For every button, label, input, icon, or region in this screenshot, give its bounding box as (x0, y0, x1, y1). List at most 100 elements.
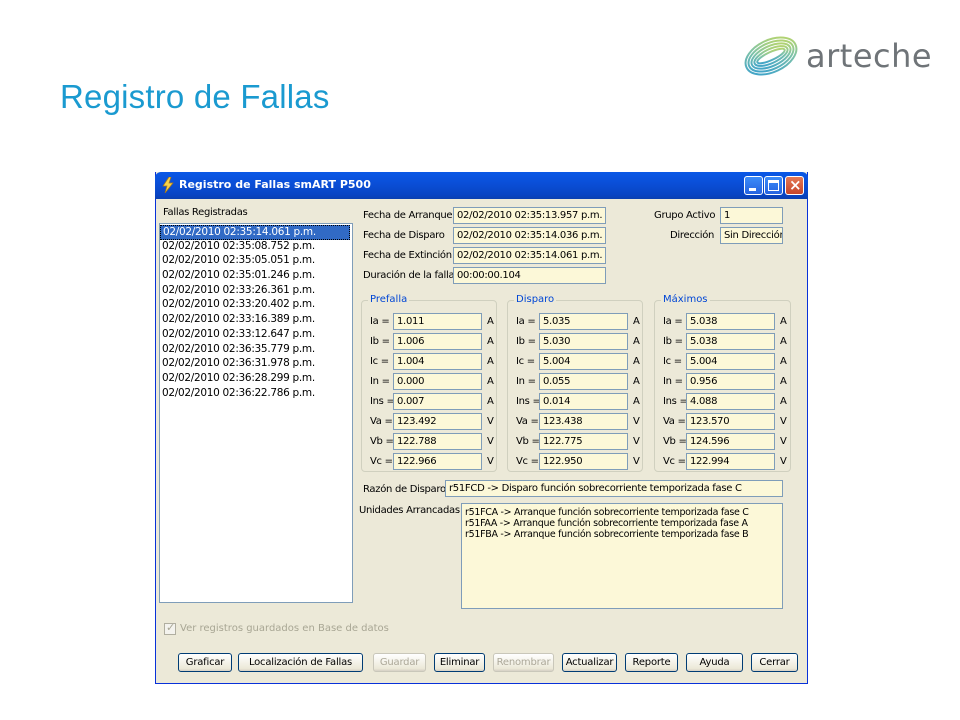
renombrar-button[interactable]: Renombrar (493, 653, 554, 672)
list-item[interactable]: 02/02/2010 02:33:26.361 p.m. (160, 284, 352, 299)
disparo-row-label: Ic = (516, 356, 535, 367)
db-checkbox-label: Ver registros guardados en Base de datos (180, 623, 389, 634)
guardar-button[interactable]: Guardar (373, 653, 426, 672)
prefalla-row-unit: V (487, 456, 494, 467)
prefalla-row-value[interactable]: 122.966 (393, 453, 482, 470)
maximos-row-label: Ic = (663, 356, 682, 367)
maximos-row-label: Vc = (663, 456, 686, 467)
arranque-field[interactable]: 02/02/2010 02:35:13.957 p.m. (453, 207, 606, 224)
disparo-row-unit: A (633, 356, 640, 367)
maximos-row-value[interactable]: 123.570 (686, 413, 775, 430)
prefalla-row-value[interactable]: 1.006 (393, 333, 482, 350)
minimize-icon (749, 188, 756, 191)
fallas-list[interactable]: 02/02/2010 02:35:14.061 p.m. 02/02/2010 … (159, 223, 353, 603)
list-item[interactable]: 02/02/2010 02:36:35.779 p.m. (160, 343, 352, 358)
direccion-field[interactable]: Sin Dirección (720, 227, 783, 244)
localizacion-button[interactable]: Localización de Fallas (238, 653, 363, 672)
maximos-row-value[interactable]: 124.596 (686, 433, 775, 450)
disparo-row-value[interactable]: 5.035 (539, 313, 628, 330)
disparo-field[interactable]: 02/02/2010 02:35:14.036 p.m. (453, 227, 606, 244)
list-item[interactable]: 02/02/2010 02:36:31.978 p.m. (160, 357, 352, 372)
cerrar-button[interactable]: Cerrar (751, 653, 798, 672)
list-item[interactable]: 02/02/2010 02:35:08.752 p.m. (160, 240, 352, 255)
minimize-button[interactable] (744, 176, 763, 195)
maximos-row-unit: A (780, 356, 787, 367)
disparo-row-unit: A (633, 336, 640, 347)
maximos-row-value[interactable]: 0.956 (686, 373, 775, 390)
disparo-row-unit: A (633, 376, 640, 387)
prefalla-row-label: Va = (370, 416, 393, 427)
arranque-label: Fecha de Arranque (363, 210, 453, 221)
duracion-field[interactable]: 00:00:00.104 (453, 267, 606, 284)
disparo-row-label: Ins = (516, 396, 541, 407)
grupo-field[interactable]: 1 (720, 207, 783, 224)
disparo-row-value[interactable]: 5.004 (539, 353, 628, 370)
lightning-icon (162, 177, 174, 193)
prefalla-row-label: Ins = (370, 396, 395, 407)
prefalla-row-unit: V (487, 416, 494, 427)
slide-title: Registro de Fallas (60, 78, 330, 115)
maximos-row-value[interactable]: 5.038 (686, 333, 775, 350)
graficar-button[interactable]: Graficar (178, 653, 232, 672)
eliminar-button[interactable]: Eliminar (434, 653, 485, 672)
arteche-logo-icon (744, 36, 798, 76)
ayuda-button[interactable]: Ayuda (686, 653, 743, 672)
razon-field[interactable]: r51FCD -> Disparo función sobrecorriente… (445, 480, 783, 497)
disparo-row-value[interactable]: 123.438 (539, 413, 628, 430)
disparo-row-label: Ia = (516, 316, 536, 327)
maximos-row-unit: A (780, 336, 787, 347)
window-titlebar[interactable]: Registro de Fallas smART P500 × (155, 172, 808, 199)
maximos-row-value[interactable]: 5.038 (686, 313, 775, 330)
prefalla-row-unit: A (487, 376, 494, 387)
prefalla-row-value[interactable]: 0.000 (393, 373, 482, 390)
disparo-row-label: Va = (516, 416, 539, 427)
maximize-button[interactable] (764, 176, 783, 195)
actualizar-button[interactable]: Actualizar (562, 653, 617, 672)
db-checkbox[interactable]: ✓ (164, 621, 176, 635)
disparo-row-label: In = (516, 376, 536, 387)
prefalla-group: Prefalla Ia = 1.011 A Ib = 1.006 A Ic = 1.004 A I… (361, 294, 497, 472)
prefalla-row-label: Ia = (370, 316, 390, 327)
list-item[interactable]: 02/02/2010 02:35:05.051 p.m. (160, 254, 352, 269)
disparo-row-value[interactable]: 5.030 (539, 333, 628, 350)
prefalla-row-unit: V (487, 436, 494, 447)
prefalla-row-label: Ib = (370, 336, 390, 347)
list-item[interactable]: 02/02/2010 02:33:20.402 p.m. (160, 298, 352, 313)
prefalla-row-label: Ic = (370, 356, 389, 367)
maximos-row-unit: V (780, 436, 787, 447)
disparo-row-value[interactable]: 0.014 (539, 393, 628, 410)
check-icon: ✓ (166, 621, 176, 634)
prefalla-row-value[interactable]: 0.007 (393, 393, 482, 410)
disparo-row-value[interactable]: 0.055 (539, 373, 628, 390)
prefalla-row-value[interactable]: 123.492 (393, 413, 482, 430)
close-icon: × (789, 176, 802, 194)
grupo-label: Grupo Activo (654, 210, 716, 221)
list-item[interactable]: 02/02/2010 02:33:16.389 p.m. (160, 313, 352, 328)
prefalla-row-value[interactable]: 1.004 (393, 353, 482, 370)
list-item[interactable]: 02/02/2010 02:36:28.299 p.m. (160, 372, 352, 387)
disparo-row-value[interactable]: 122.950 (539, 453, 628, 470)
maximos-row-unit: V (780, 416, 787, 427)
maximos-row-unit: A (780, 396, 787, 407)
list-item[interactable]: 02/02/2010 02:35:14.061 p.m. (160, 225, 350, 240)
maximos-row-value[interactable]: 122.994 (686, 453, 775, 470)
list-item[interactable]: 02/02/2010 02:36:22.786 p.m. (160, 387, 352, 402)
maximos-row-label: Ib = (663, 336, 683, 347)
reporte-button[interactable]: Reporte (625, 653, 678, 672)
maximos-row-label: In = (663, 376, 683, 387)
razon-label: Razón de Disparo (363, 484, 446, 495)
disparo-row-value[interactable]: 122.775 (539, 433, 628, 450)
maximos-row-value[interactable]: 5.004 (686, 353, 775, 370)
disparo-row-unit: V (633, 456, 640, 467)
extincion-field[interactable]: 02/02/2010 02:35:14.061 p.m. (453, 247, 606, 264)
disparo-row-unit: A (633, 396, 640, 407)
list-item[interactable]: 02/02/2010 02:35:01.246 p.m. (160, 269, 352, 284)
unidad-line: r51FAA -> Arranque función sobrecorrient… (465, 518, 748, 529)
maximos-row-value[interactable]: 4.088 (686, 393, 775, 410)
close-button[interactable]: × (785, 176, 804, 195)
list-item[interactable]: 02/02/2010 02:33:12.647 p.m. (160, 328, 352, 343)
prefalla-row-value[interactable]: 1.011 (393, 313, 482, 330)
unidades-textarea[interactable]: r51FCA -> Arranque función sobrecorrient… (461, 503, 783, 609)
unidad-line: r51FBA -> Arranque función sobrecorrient… (465, 529, 749, 540)
prefalla-row-value[interactable]: 122.788 (393, 433, 482, 450)
